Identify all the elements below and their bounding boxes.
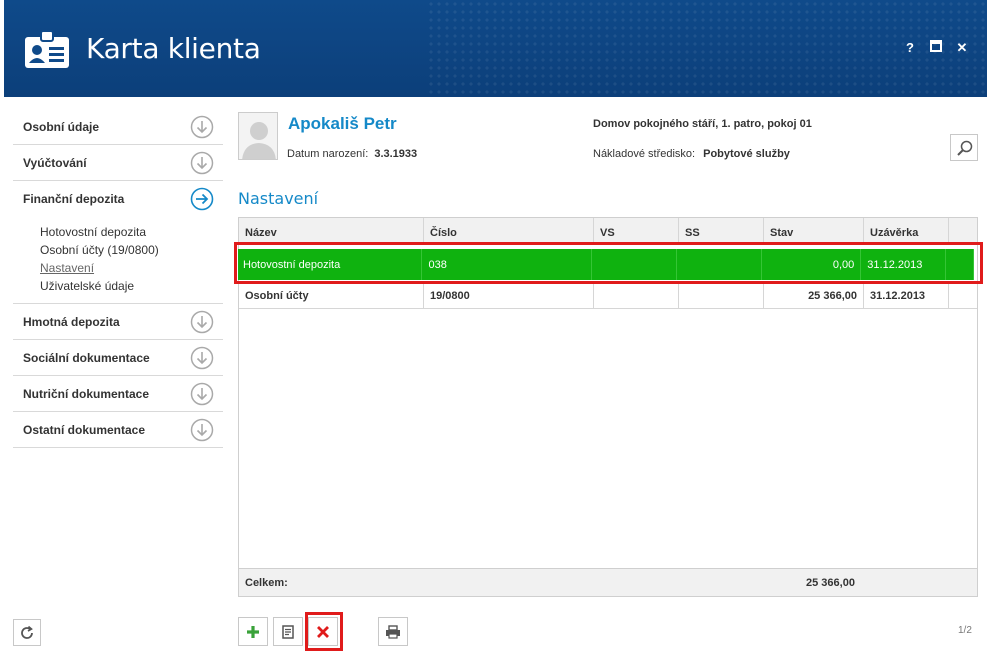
cell-uzaverka: 31.12.2013 xyxy=(861,249,947,280)
column-header-nazev[interactable]: Název xyxy=(239,218,424,244)
footer-total-label: Celkem: xyxy=(245,576,288,589)
help-button[interactable]: ? xyxy=(903,40,917,56)
column-header-vs[interactable]: VS xyxy=(594,218,679,244)
delete-highlight xyxy=(305,612,343,651)
sidebar-item-osobni-udaje[interactable]: Osobní údaje xyxy=(13,109,223,145)
window-header: Karta klienta ? ✕ xyxy=(4,0,987,97)
cost-center-label: Nákladové středisko: xyxy=(593,148,696,160)
sidebar-item-label: Finanční depozita xyxy=(23,192,125,206)
print-button[interactable] xyxy=(378,617,408,646)
client-card-window: Karta klienta ? ✕ Osobní údaje Vyúčtován… xyxy=(0,0,991,658)
cell-ss xyxy=(677,249,762,280)
section-title: Nastavení xyxy=(238,189,319,208)
date-of-birth: Datum narození: 3.3.1933 xyxy=(287,148,417,160)
avatar xyxy=(238,112,278,160)
sidebar-item-hmotna-depozita[interactable]: Hmotná depozita xyxy=(13,304,223,340)
arrow-down-circle-icon xyxy=(190,418,214,441)
search-button[interactable] xyxy=(950,134,978,161)
sidebar-item-label: Vyúčtování xyxy=(23,155,87,170)
document-edit-icon xyxy=(282,624,294,639)
sidebar-item-label: Hmotná depozita xyxy=(23,314,120,329)
table-header: Název Číslo VS SS Stav Uzávěrka xyxy=(239,218,977,245)
cell-ss xyxy=(679,284,764,308)
table-footer: Celkem: 25 366,00 xyxy=(239,568,977,596)
footer-total-value: 25 366,00 xyxy=(806,576,855,589)
arrow-down-circle-icon xyxy=(190,382,214,405)
cell-uzaverka: 31.12.2013 xyxy=(864,284,949,308)
sidebar-item-nutricni-dokumentace[interactable]: Nutriční dokumentace xyxy=(13,376,223,412)
cell-vs xyxy=(594,284,679,308)
cell-cislo: 19/0800 xyxy=(424,284,594,308)
sidebar: Osobní údaje Vyúčtování Finanční depozit… xyxy=(13,109,223,448)
cell-vs xyxy=(592,249,677,280)
arrow-down-circle-icon xyxy=(190,346,214,369)
person-silhouette-icon xyxy=(242,122,276,159)
maximize-icon xyxy=(930,40,942,52)
column-header-uzaverka[interactable]: Uzávěrka xyxy=(864,218,949,244)
sidebar-item-label: Nutriční dokumentace xyxy=(23,386,150,401)
sidebar-subitems: Hotovostní depozita Osobní účty (19/0800… xyxy=(13,217,223,304)
refresh-button[interactable] xyxy=(13,619,41,646)
cost-center-value: Pobytové služby xyxy=(703,148,790,160)
dob-value: 3.3.1933 xyxy=(374,148,418,160)
page-indicator: 1/2 xyxy=(958,625,972,636)
deposits-table: Název Číslo VS SS Stav Uzávěrka Hotovost… xyxy=(238,217,978,597)
cell-stav: 0,00 xyxy=(762,249,862,280)
sidebar-item-financni-depozita[interactable]: Finanční depozita xyxy=(13,181,223,217)
sidebar-item-ostatni-dokumentace[interactable]: Ostatní dokumentace xyxy=(13,412,223,448)
column-header-stav[interactable]: Stav xyxy=(764,218,864,244)
arrow-down-circle-icon xyxy=(190,310,214,333)
sidebar-item-label: Sociální dokumentace xyxy=(23,350,150,365)
client-residence: Domov pokojného stáří, 1. patro, pokoj 0… xyxy=(593,118,812,130)
refresh-icon xyxy=(21,625,33,639)
cell-stav: 25 366,00 xyxy=(764,284,864,308)
column-header-cislo[interactable]: Číslo xyxy=(424,218,594,244)
sidebar-item-label: Ostatní dokumentace xyxy=(23,422,146,437)
sidebar-subitem-uzivatelske-udaje[interactable]: Uživatelské údaje xyxy=(40,277,223,295)
maximize-button[interactable] xyxy=(929,40,943,56)
sidebar-subitem-osobni-ucty[interactable]: Osobní účty (19/0800) xyxy=(40,241,223,259)
cell-nazev: Osobní účty xyxy=(239,284,424,308)
search-icon xyxy=(957,140,973,156)
cell-spacer xyxy=(949,284,977,308)
close-button[interactable]: ✕ xyxy=(955,40,969,56)
sidebar-item-label: Osobní údaje xyxy=(23,119,100,134)
sidebar-subitem-nastaveni[interactable]: Nastavení xyxy=(40,259,223,277)
window-controls: ? ✕ xyxy=(903,40,969,56)
table-row[interactable]: Osobní účty 19/0800 25 366,00 31.12.2013 xyxy=(239,283,977,309)
table-row[interactable]: Hotovostní depozita 038 0,00 31.12.2013 xyxy=(238,249,975,280)
printer-icon xyxy=(386,624,400,639)
sidebar-item-vyuctovani[interactable]: Vyúčtování xyxy=(13,145,223,181)
column-header-ss[interactable]: SS xyxy=(679,218,764,244)
window-title: Karta klienta xyxy=(86,32,261,65)
id-card-icon xyxy=(25,30,69,68)
cell-nazev: Hotovostní depozita xyxy=(238,249,423,280)
edit-button[interactable] xyxy=(273,617,303,646)
arrow-right-circle-icon xyxy=(190,187,214,211)
cell-cislo: 038 xyxy=(422,249,592,280)
sidebar-item-socialni-dokumentace[interactable]: Sociální dokumentace xyxy=(13,340,223,376)
arrow-down-circle-icon xyxy=(190,151,214,174)
cost-center: Nákladové středisko: Pobytové služby xyxy=(593,148,790,160)
column-header-spacer xyxy=(949,218,977,244)
plus-icon xyxy=(247,625,259,638)
add-button[interactable] xyxy=(238,617,268,646)
dob-label: Datum narození: xyxy=(287,148,369,160)
arrow-down-circle-icon xyxy=(190,115,214,138)
cell-spacer xyxy=(946,249,975,280)
client-name: Apokališ Petr xyxy=(288,114,397,133)
sidebar-subitem-hotovostni-depozita[interactable]: Hotovostní depozita xyxy=(40,223,223,241)
